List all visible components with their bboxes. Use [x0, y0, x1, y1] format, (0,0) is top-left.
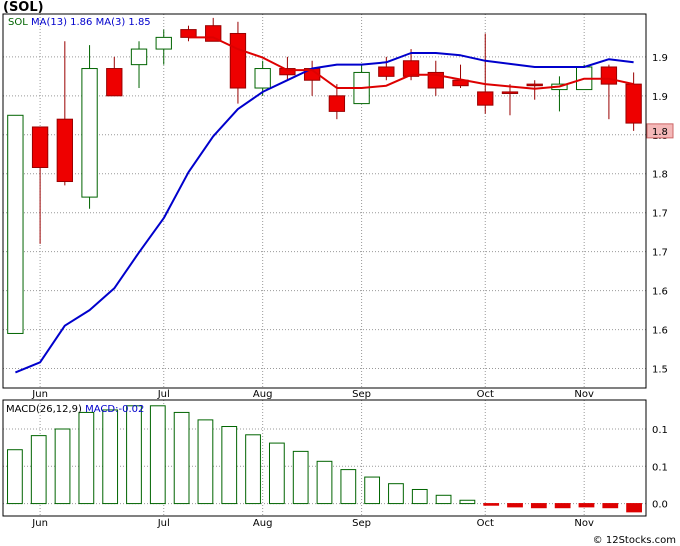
chart-canvas: 1.9 1.9 1.8 1.8 1.7 1.7 1.6 1.6 1.5 Jun Jul Aug Sep O…	[2, 13, 676, 546]
price-y-tick-label: 1.6	[652, 326, 668, 337]
macd-bar	[483, 503, 500, 506]
price-candles	[7, 17, 642, 334]
price-grid	[3, 14, 646, 388]
price-y-tick-label: 1.7	[652, 209, 668, 220]
macd-bar	[602, 503, 619, 509]
macd-bar	[78, 411, 95, 505]
macd-bar	[173, 411, 190, 505]
candle-body	[180, 29, 197, 38]
candle-body	[155, 36, 172, 50]
macd-bar	[316, 460, 333, 505]
legend: SOL MA(13) 1.86 MA(3) 1.85 MACD(26,12,9) …	[6, 17, 151, 415]
macd-x-tick-label: Sep	[352, 518, 371, 529]
macd-bar	[388, 483, 404, 505]
candle-body	[130, 48, 148, 66]
macd-x-tick-label: Aug	[253, 518, 273, 529]
price-x-tick-label: Nov	[574, 389, 594, 400]
candle-body	[378, 66, 395, 77]
macd-bar	[292, 450, 309, 505]
macd-x-tick-label: Jun	[31, 518, 48, 529]
macd-legend-value: MACD:-0.02	[85, 404, 144, 415]
price-axis: 1.9 1.9 1.8 1.8 1.7 1.7 1.6 1.6 1.5 Jun Jul Aug Sep O…	[31, 53, 674, 400]
candle-body	[477, 91, 494, 106]
candle-body	[106, 68, 123, 97]
macd-bar	[268, 442, 285, 505]
macd-bar	[340, 469, 357, 505]
macd-bar	[197, 419, 214, 505]
candle-body	[81, 68, 98, 198]
macd-bar	[459, 499, 476, 505]
price-panel-frame	[2, 13, 647, 389]
macd-bar	[30, 435, 47, 505]
macd-bar	[626, 503, 642, 513]
macd-bar	[554, 503, 571, 509]
price-x-tick-label: Sep	[352, 389, 371, 400]
macd-x-tick-label: Nov	[574, 518, 594, 529]
candle-body	[7, 114, 24, 334]
candle-body	[526, 83, 543, 87]
legend-ma13: MA(13) 1.86	[31, 17, 96, 28]
macd-y-tick-label: 0.1	[652, 425, 668, 436]
macd-bar	[126, 405, 142, 505]
macd-bars	[7, 405, 642, 513]
price-x-tick-label: Jun	[31, 389, 48, 400]
candle-body	[56, 118, 73, 183]
price-y-tick-label: 1.5	[652, 365, 668, 376]
candle-body	[229, 32, 247, 89]
macd-bar	[7, 449, 23, 505]
macd-legend-label: MACD(26,12,9)	[6, 404, 85, 415]
price-legend: SOL MA(13) 1.86 MA(3) 1.85	[8, 17, 151, 28]
price-y-tick-label: 1.8	[652, 170, 668, 181]
price-y-tick-label: 1.9	[652, 53, 668, 64]
macd-bar	[435, 494, 452, 505]
price-x-tick-label: Aug	[253, 389, 273, 400]
price-y-tick-label: 1.7	[652, 248, 668, 259]
macd-bar	[245, 434, 261, 505]
candle-body	[254, 68, 271, 89]
macd-x-tick-label: Oct	[477, 518, 494, 529]
macd-legend: MACD(26,12,9) MACD:-0.02	[6, 404, 144, 415]
price-x-tick-label: Oct	[477, 389, 494, 400]
macd-bar	[149, 405, 166, 505]
macd-y-tick-label: 0.1	[652, 462, 668, 473]
macd-y-tick-label: 0.0	[652, 500, 668, 511]
candle-body	[501, 91, 519, 94]
legend-ma3: MA(3) 1.85	[96, 17, 151, 28]
candle-body	[31, 126, 49, 168]
legend-symbol: SOL	[8, 17, 31, 28]
macd-bar	[530, 503, 547, 509]
last-price-label: 1.8	[652, 127, 668, 138]
price-x-tick-label: Jul	[157, 389, 170, 400]
macd-bar	[578, 503, 595, 508]
candle-body	[600, 66, 618, 85]
panel-frames	[2, 13, 647, 517]
macd-bar	[411, 488, 428, 505]
macd-bar	[507, 503, 523, 508]
macd-x-tick-label: Jul	[157, 518, 170, 529]
candle-body	[625, 83, 642, 124]
macd-bar	[221, 426, 238, 505]
macd-bar	[54, 428, 71, 505]
candle-body	[328, 95, 346, 112]
price-y-tick-label: 1.9	[652, 92, 668, 103]
footer-copyright: © 12Stocks.com	[593, 535, 676, 546]
macd-bar	[364, 476, 381, 505]
macd-bar	[102, 409, 119, 505]
price-y-tick-label: 1.6	[652, 287, 668, 298]
